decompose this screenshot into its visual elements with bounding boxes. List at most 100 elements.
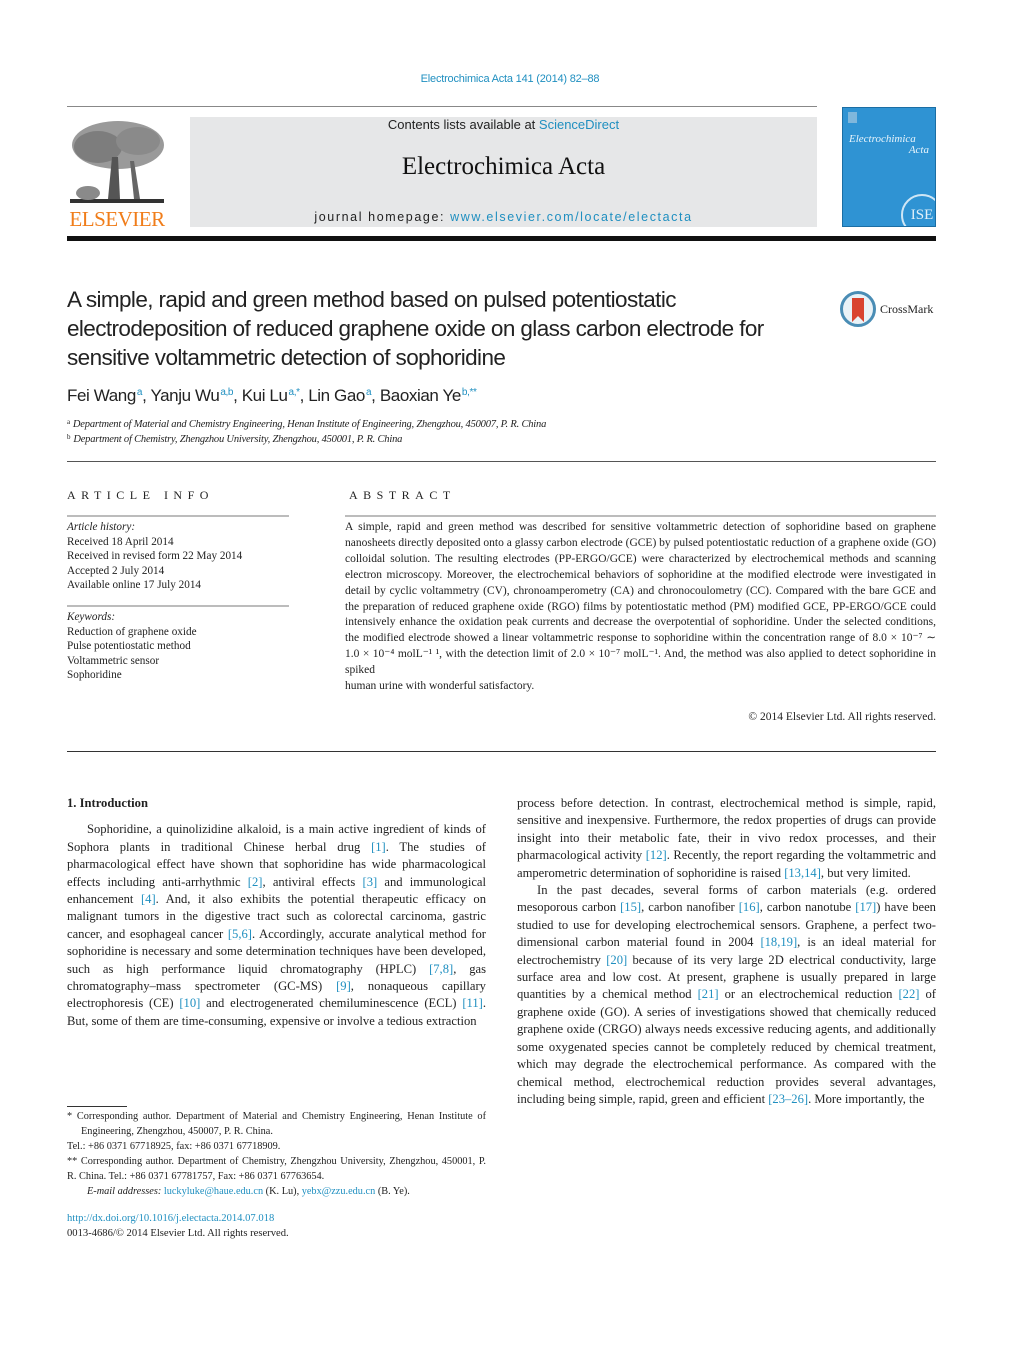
author-affiliation-mark[interactable]: a,b [220,387,233,398]
author-name[interactable]: Lin Gao [308,386,365,405]
abstract-copyright: © 2014 Elsevier Ltd. All rights reserved… [748,711,936,723]
abstract-main-text: A simple, rapid and green method was des… [345,521,936,677]
intro-paragraph-1: Sophoridine, a quinolizidine alkaloid, i… [67,822,487,1028]
reference-citation-link[interactable]: [23–26] [768,1092,808,1106]
reference-citation-link[interactable]: [11] [462,996,483,1010]
keyword-item: Pulse potentiostatic method [67,640,191,652]
history-accepted: Accepted 2 July 2014 [67,564,165,577]
author-affiliation-mark[interactable]: a [366,387,372,398]
author-affiliation-mark[interactable]: b,** [462,387,477,398]
reference-citation-link[interactable]: [15] [620,900,641,914]
affiliation-mark: b [67,433,71,441]
doi-block: http://dx.doi.org/10.1016/j.electacta.20… [67,1211,289,1241]
reference-citation-link[interactable]: [18,19] [760,935,797,949]
affiliation-text: Department of Material and Chemistry Eng… [72,419,547,430]
affiliation-mark: a [67,418,70,426]
cover-emblem-icon [848,112,857,123]
cover-title: Electrochimica Acta [849,134,929,156]
abstract-last-line: human urine with wonderful satisfactory. [345,680,535,693]
footnote-rule [67,1106,127,1107]
article-title: A simple, rapid and green method based o… [67,287,764,370]
issn-copyright: 0013-4686/© 2014 Elsevier Ltd. All right… [67,1228,289,1239]
reference-citation-link[interactable]: [20] [606,953,627,967]
ise-seal-icon: ISE [901,194,935,226]
email-link-bye[interactable]: yebx@zzu.edu.cn [302,1186,376,1197]
reference-citation-link[interactable]: [10] [179,996,200,1010]
keyword-item: Reduction of graphene oxide [67,625,197,638]
reference-citation-link[interactable]: [4] [141,892,156,906]
crossmark-ribbon-icon [852,298,864,322]
homepage-prefix: journal homepage: [314,210,451,224]
section-heading-introduction: 1. Introduction [67,796,148,810]
footnote-corresponding-1-contact: Tel.: +86 0371 67718925, fax: +86 0371 6… [67,1141,281,1152]
history-revised: Received in revised form 22 May 2014 [67,550,243,562]
article-history-label: Article history: [67,521,136,533]
email-owner-bye: (B. Ye). [375,1186,410,1197]
crossmark-button[interactable]: CrossMark [840,291,940,329]
elsevier-logo[interactable]: ELSEVIER [66,117,168,231]
author-affiliation-mark[interactable]: a [137,387,143,398]
abstract-heading: ABSTRACT [349,488,456,502]
elsevier-wordmark: ELSEVIER [69,207,165,231]
doi-link[interactable]: http://dx.doi.org/10.1016/j.electacta.20… [67,1211,289,1226]
sciencedirect-link[interactable]: ScienceDirect [539,117,619,132]
intro-paragraph-1-continued: process before detection. In contrast, e… [517,796,936,880]
abstract-text: A simple, rapid and green method was des… [345,520,936,695]
journal-citation-link[interactable]: Electrochimica Acta 141 (2014) 82–88 [0,73,1020,85]
keywords-divider [67,605,289,607]
crossmark-icon [840,291,876,327]
keywords: Keywords: Reduction of graphene oxide Pu… [67,610,289,683]
title-divider [67,461,936,462]
reference-citation-link[interactable]: [7,8] [429,962,453,976]
keywords-label: Keywords: [67,611,116,623]
abstract-end-divider [67,751,936,752]
author-name[interactable]: Baoxian Ye [380,386,461,405]
reference-citation-link[interactable]: [1] [371,840,386,854]
reference-citation-link[interactable]: [21] [698,987,719,1001]
footnote-emails: E-mail addresses: luckyluke@haue.edu.cn … [67,1184,486,1199]
footnotes: * Corresponding author. Department of Ma… [67,1109,486,1199]
affiliation-text: Department of Chemistry, Zhengzhou Unive… [73,434,403,445]
header-thick-rule [67,236,936,241]
email-label: E-mail addresses: [87,1186,164,1197]
author-name[interactable]: Kui Lu [242,386,288,405]
abstract-divider [345,515,936,517]
reference-citation-link[interactable]: [13,14] [784,866,821,880]
reference-citation-link[interactable]: [3] [363,875,378,889]
author-name[interactable]: Yanju Wu [150,386,219,405]
reference-citation-link[interactable]: [12] [646,848,667,862]
footnote-corresponding-2: ** Corresponding author. Department of C… [67,1156,486,1182]
journal-masthead: Contents lists available at ScienceDirec… [190,117,817,227]
journal-homepage-link[interactable]: www.elsevier.com/locate/electacta [450,210,692,224]
elsevier-tree-icon [70,121,164,203]
contents-prefix: Contents lists available at [387,117,539,132]
cover-title-line1: Electrochimica [849,133,916,145]
reference-citation-link[interactable]: [5,6] [228,927,252,941]
article-history: Article history: Received 18 April 2014 … [67,520,289,593]
crossmark-label: CrossMark [880,302,934,316]
author-list: Fei Wanga, Yanju Wua,b, Kui Lua,*, Lin G… [67,386,477,405]
author-name[interactable]: Fei Wang [67,386,136,405]
body-column-left: 1. Introduction Sophoridine, a quinolizi… [67,795,486,1030]
history-received: Received 18 April 2014 [67,535,174,548]
intro-paragraph-2: In the past decades, several forms of ca… [517,883,937,1106]
keyword-item: Voltammetric sensor [67,654,160,667]
cover-title-line2: Acta [908,144,929,156]
reference-citation-link[interactable]: [9] [336,979,351,993]
reference-citation-link[interactable]: [22] [898,987,919,1001]
reference-citation-link[interactable]: [16] [739,900,760,914]
header-top-rule [67,106,817,107]
contents-line: Contents lists available at ScienceDirec… [190,117,817,132]
homepage-line: journal homepage: www.elsevier.com/locat… [190,210,817,224]
email-link-klu[interactable]: luckyluke@haue.edu.cn [164,1186,263,1197]
affiliation-b: b Department of Chemistry, Zhengzhou Univ… [67,433,402,445]
reference-citation-link[interactable]: [2] [248,875,263,889]
reference-citation-link[interactable]: [17] [855,900,876,914]
author-affiliation-mark[interactable]: a,* [289,387,300,398]
article-info-divider [67,515,289,517]
journal-name: Electrochimica Acta [401,153,606,180]
journal-cover-thumbnail[interactable]: Electrochimica Acta ISE [842,107,936,227]
body-column-right: process before detection. In contrast, e… [517,795,936,1108]
history-online: Available online 17 July 2014 [67,579,202,591]
keyword-item: Sophoridine [67,669,122,681]
